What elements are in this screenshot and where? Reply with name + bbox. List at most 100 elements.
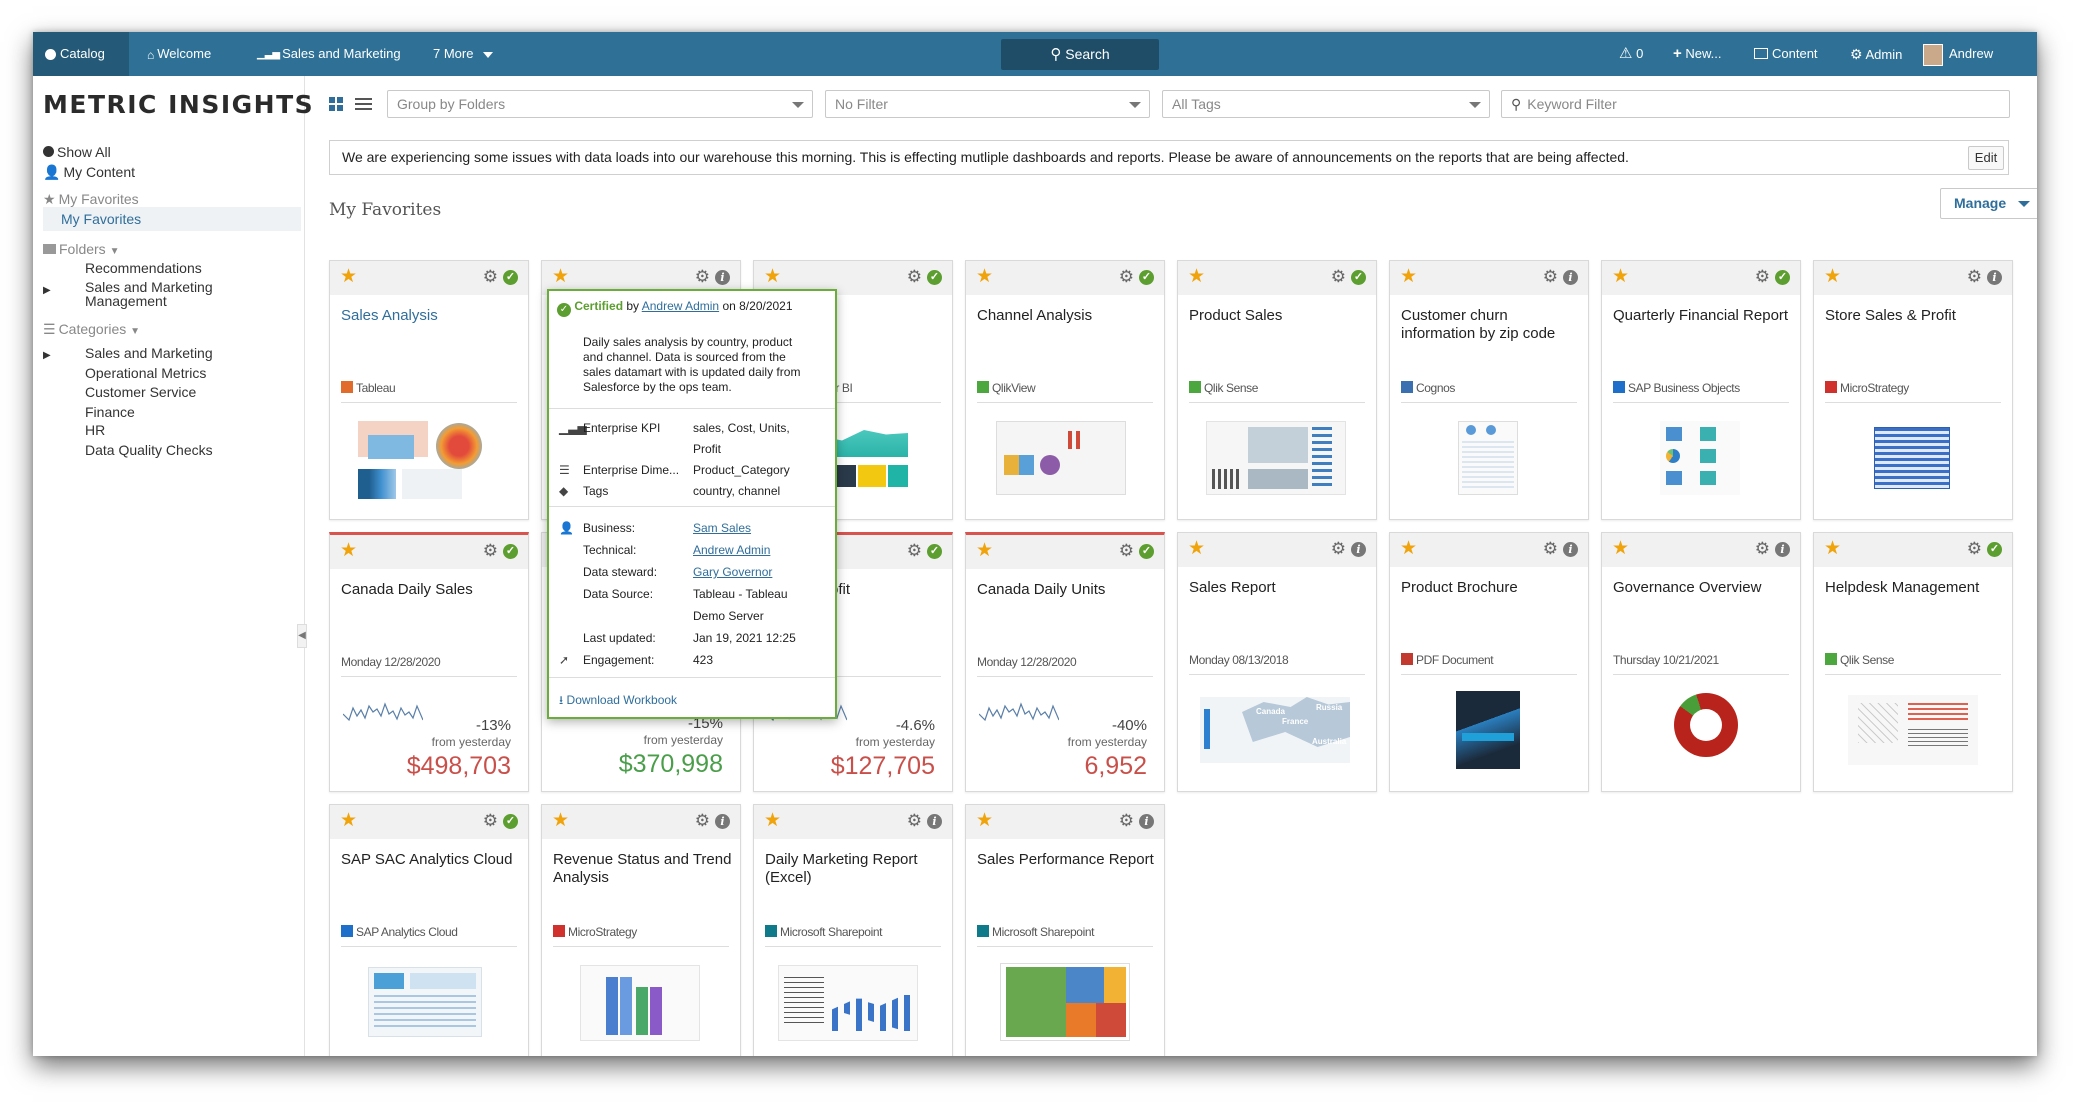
admin-button[interactable]: ⚙ Admin (1850, 32, 1902, 76)
sidebar-recommendations[interactable]: Recommendations (85, 260, 202, 276)
star-icon[interactable]: ★ (1188, 539, 1205, 559)
download-workbook-link[interactable]: ⭳ Download Workbook (559, 691, 677, 712)
info-icon[interactable]: i (1351, 542, 1366, 557)
certified-check-icon[interactable]: ✓ (927, 270, 942, 285)
content-button[interactable]: Content (1754, 32, 1818, 76)
sidebar-cat-item[interactable]: Sales and Marketing (85, 345, 213, 361)
sidebar-cat-item[interactable]: Data Quality Checks (85, 442, 213, 458)
tile-title[interactable]: Helpdesk Management (1825, 579, 2005, 597)
certified-check-icon[interactable]: ✓ (927, 544, 942, 559)
gear-icon[interactable]: ⚙ (1331, 268, 1346, 286)
tile-preview-thumbnail[interactable] (1616, 417, 1786, 509)
nav-more-menu[interactable]: 7 More (433, 32, 494, 76)
info-icon[interactable]: i (1987, 270, 2002, 285)
sidebar-cat-item[interactable]: Operational Metrics (85, 365, 206, 381)
favorite-tile[interactable]: ★ ⚙ i Product Brochure PDF Document (1389, 532, 1589, 792)
gear-icon[interactable]: ⚙ (1755, 268, 1770, 286)
tile-title[interactable]: Store Sales & Profit (1825, 307, 2005, 325)
tags-select[interactable]: All Tags (1162, 90, 1490, 118)
sidebar-show-all[interactable]: Show All (43, 144, 111, 160)
tile-preview-thumbnail[interactable] (1404, 689, 1574, 781)
gear-icon[interactable]: ⚙ (1755, 540, 1770, 558)
sidebar-my-content[interactable]: 👤 My Content (43, 164, 135, 181)
user-menu[interactable]: Andrew (1923, 32, 1993, 76)
tile-title[interactable]: Channel Analysis (977, 307, 1157, 325)
tile-title[interactable]: Sales Analysis (341, 307, 521, 325)
certified-check-icon[interactable]: ✓ (1139, 544, 1154, 559)
star-icon[interactable]: ★ (552, 267, 569, 287)
star-icon[interactable]: ★ (1400, 539, 1417, 559)
gear-icon[interactable]: ⚙ (695, 812, 710, 830)
favorite-tile[interactable]: ★ ⚙ ✓ Sales Analysis Tableau (329, 260, 529, 520)
sidebar-folder-sales[interactable]: ▶ (43, 280, 59, 296)
certified-check-icon[interactable]: ✓ (1987, 542, 2002, 557)
gear-icon[interactable]: ⚙ (1543, 540, 1558, 558)
tile-title[interactable]: Sales Performance Report (977, 851, 1157, 869)
tile-preview-thumbnail[interactable] (556, 961, 726, 1053)
favorite-tile[interactable]: ★ ⚙ i Governance Overview Thursday 10/21/202… (1601, 532, 1801, 792)
gear-icon[interactable]: ⚙ (1967, 540, 1982, 558)
favorite-tile[interactable]: ★ ⚙ ✓ Canada Daily Sales Monday 12/28/2020 -1… (329, 532, 529, 792)
gear-icon[interactable]: ⚙ (907, 542, 922, 560)
technical-owner-link[interactable]: Andrew Admin (693, 543, 770, 557)
gear-icon[interactable]: ⚙ (1119, 542, 1134, 560)
tile-title[interactable]: Product Sales (1189, 307, 1369, 325)
tile-preview-thumbnail[interactable] (1828, 689, 1998, 781)
gear-icon[interactable]: ⚙ (1119, 268, 1134, 286)
tile-title[interactable]: Canada Daily Units (977, 581, 1157, 599)
star-icon[interactable]: ★ (340, 541, 357, 561)
info-icon[interactable]: i (1775, 542, 1790, 557)
nav-catalog[interactable]: Catalog (33, 32, 129, 76)
manage-button[interactable]: Manage (1940, 188, 2037, 219)
star-icon[interactable]: ★ (1612, 267, 1629, 287)
star-icon[interactable]: ★ (1824, 267, 1841, 287)
certified-check-icon[interactable]: ✓ (1775, 270, 1790, 285)
certified-check-icon[interactable]: ✓ (503, 544, 518, 559)
sidebar-categories[interactable]: ☰ Categories ▼ (43, 321, 140, 338)
list-view-icon[interactable] (355, 97, 372, 111)
nav-sales-and-marketing[interactable]: ▁▃▅ Sales and Marketing (257, 32, 401, 76)
tile-title[interactable]: Daily Marketing Report (Excel) (765, 851, 945, 887)
gear-icon[interactable]: ⚙ (695, 268, 710, 286)
tile-preview-thumbnail[interactable] (1828, 417, 1998, 509)
tile-title[interactable]: Product Brochure (1401, 579, 1581, 597)
favorite-tile[interactable]: ★ ⚙ i Revenue Status and Trend Analysis Micr… (541, 804, 741, 1056)
favorite-tile[interactable]: ★ ⚙ i Daily Marketing Report (Excel) Microso… (753, 804, 953, 1056)
certifier-link[interactable]: Andrew Admin (642, 299, 719, 313)
tile-title[interactable]: Revenue Status and Trend Analysis (553, 851, 733, 887)
star-icon[interactable]: ★ (1188, 267, 1205, 287)
tile-preview-thumbnail[interactable] (344, 417, 514, 509)
tile-preview-thumbnail[interactable] (980, 417, 1150, 509)
tile-preview-thumbnail[interactable] (980, 961, 1150, 1053)
favorite-tile[interactable]: ★ ⚙ i Sales Performance Report Microsoft Sha… (965, 804, 1165, 1056)
gear-icon[interactable]: ⚙ (907, 268, 922, 286)
keyword-filter-input[interactable]: ⚲ Keyword Filter (1501, 90, 2010, 118)
tile-title[interactable]: SAP SAC Analytics Cloud (341, 851, 521, 869)
favorite-tile[interactable]: ★ ⚙ i Customer churn information by zip cod… (1389, 260, 1589, 520)
star-icon[interactable]: ★ (764, 811, 781, 831)
sidebar-my-favorites-header[interactable]: ★ My Favorites (43, 191, 139, 208)
tile-title[interactable]: Customer churn information by zip code (1401, 307, 1581, 343)
business-owner-link[interactable]: Sam Sales (693, 521, 751, 535)
new-button[interactable]: + New... (1673, 32, 1722, 76)
tile-preview-thumbnail[interactable] (1404, 417, 1574, 509)
tile-title[interactable]: Sales Report (1189, 579, 1369, 597)
alerts-button[interactable]: ⚠ 0 (1619, 32, 1643, 76)
star-icon[interactable]: ★ (552, 811, 569, 831)
filter-select[interactable]: No Filter (825, 90, 1150, 118)
tile-title[interactable]: Quarterly Financial Report (1613, 307, 1793, 325)
favorite-tile[interactable]: ★ ⚙ i Store Sales & Profit MicroStrategy (1813, 260, 2013, 520)
tile-preview-thumbnail[interactable] (1616, 689, 1786, 781)
certified-check-icon[interactable]: ✓ (503, 270, 518, 285)
info-icon[interactable]: i (715, 814, 730, 829)
star-icon[interactable]: ★ (764, 267, 781, 287)
star-icon[interactable]: ★ (340, 811, 357, 831)
gear-icon[interactable]: ⚙ (1967, 268, 1982, 286)
sidebar-my-favorites[interactable]: My Favorites (43, 207, 301, 231)
tile-preview-thumbnail[interactable] (344, 961, 514, 1053)
sidebar-cat-item[interactable]: Finance (85, 404, 135, 420)
gear-icon[interactable]: ⚙ (483, 268, 498, 286)
star-icon[interactable]: ★ (1612, 539, 1629, 559)
sidebar-folders[interactable]: Folders ▼ (43, 241, 119, 257)
favorite-tile[interactable]: ★ ⚙ ✓ Channel Analysis QlikView (965, 260, 1165, 520)
